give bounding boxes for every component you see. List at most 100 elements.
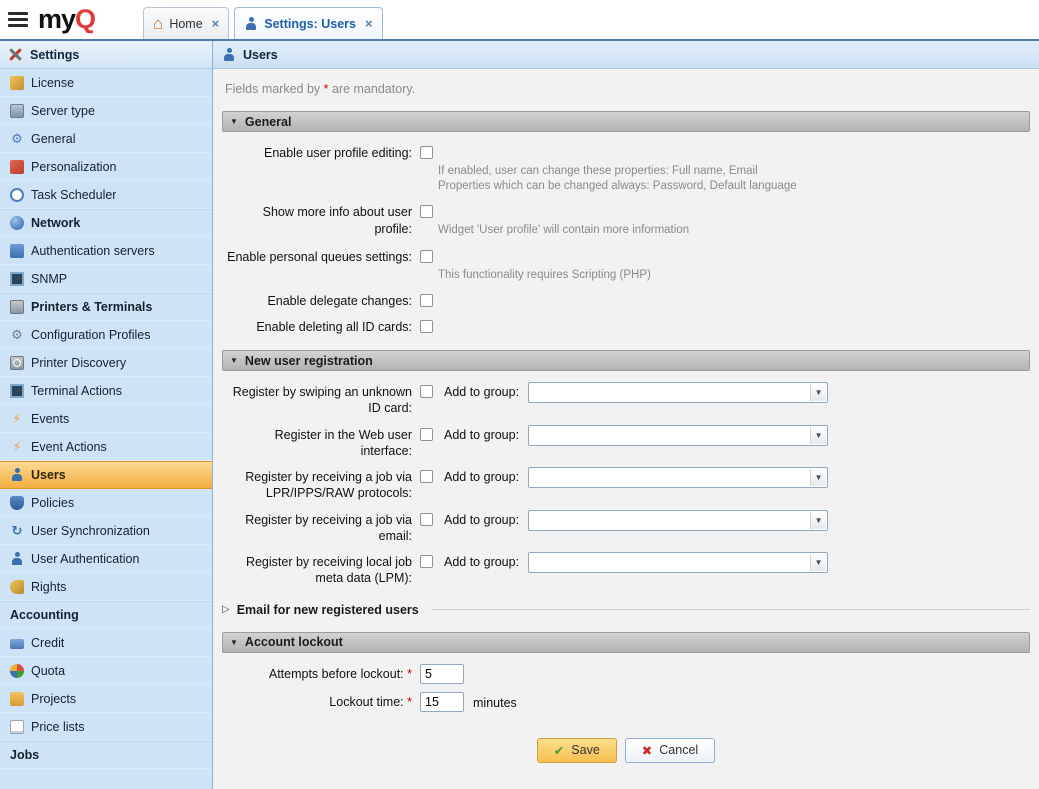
sync-icon [10, 524, 24, 538]
checkbox-enable-user-profile-editing[interactable] [420, 146, 433, 159]
help-text: Widget 'User profile' will contain more … [438, 223, 689, 238]
sidebar-item-projects[interactable]: Projects [0, 685, 212, 713]
section-title-registration: New user registration [245, 354, 373, 368]
tab-label: Settings: Users [264, 17, 356, 31]
sidebar-item-price-lists[interactable]: Price lists [0, 713, 212, 741]
tab-close-icon[interactable]: × [365, 16, 373, 31]
sidebar-item-server-type[interactable]: Server type [0, 97, 212, 125]
top-bar: myQ Home × Settings: Users × [0, 0, 1039, 41]
sidebar-item-users[interactable]: Users [0, 461, 212, 489]
add-to-group-select-3[interactable]: ▼ [528, 467, 828, 488]
page-title: Users [243, 48, 278, 62]
note-prefix: Fields marked by [225, 82, 324, 96]
sidebar-item-jobs[interactable]: Jobs [0, 741, 212, 769]
add-to-group-select-2[interactable]: ▼ [528, 425, 828, 446]
auth-server-icon [10, 244, 24, 258]
attempts-before-lockout-input[interactable] [420, 664, 464, 684]
save-button[interactable]: ✔ Save [537, 738, 617, 763]
sidebar-item-configuration-profiles[interactable]: Configuration Profiles [0, 321, 212, 349]
section-general[interactable]: ▼ General [222, 111, 1030, 132]
settings-form: Fields marked by * are mandatory. ▼ Gene… [213, 69, 1039, 789]
tab-close-icon[interactable]: × [212, 16, 220, 31]
tab-settings-users[interactable]: Settings: Users × [234, 7, 382, 39]
cancel-button-label: Cancel [659, 743, 698, 757]
lightning-gear-icon [10, 440, 24, 454]
add-to-group-select-1[interactable]: ▼ [528, 382, 828, 403]
form-row: Attempts before lockout: * [222, 664, 1030, 684]
section-account-lockout[interactable]: ▼ Account lockout [222, 632, 1030, 653]
sidebar-item-label: Projects [31, 692, 76, 706]
checkbox-register-by-receiving-a-job-via-email[interactable] [420, 513, 433, 526]
mandatory-star: * [407, 667, 412, 681]
collapse-arrow-icon: ▼ [230, 117, 238, 126]
checkbox-register-in-the-web-user-interface[interactable] [420, 428, 433, 441]
checkbox-enable-delegate-changes[interactable] [420, 294, 433, 307]
divider [432, 609, 1030, 610]
sidebar-item-general[interactable]: General [0, 125, 212, 153]
sidebar-item-network[interactable]: Network [0, 209, 212, 237]
sidebar-item-quota[interactable]: Quota [0, 657, 212, 685]
add-to-group-label: Add to group: [444, 385, 519, 399]
tab-home[interactable]: Home × [143, 7, 229, 39]
main-split: Settings License Server type General Per… [0, 41, 1039, 789]
card-icon [10, 639, 24, 649]
sidebar-item-credit[interactable]: Credit [0, 629, 212, 657]
globe-icon [10, 216, 24, 230]
myq-logo: myQ [38, 6, 95, 33]
app-window: myQ Home × Settings: Users × Settings Li… [0, 0, 1039, 789]
sidebar-item-terminal-actions[interactable]: Terminal Actions [0, 377, 212, 405]
add-to-group-select-5[interactable]: ▼ [528, 552, 828, 573]
sidebar-item-authentication-servers[interactable]: Authentication servers [0, 237, 212, 265]
add-to-group-label: Add to group: [444, 513, 519, 527]
section-new-user-registration[interactable]: ▼ New user registration [222, 350, 1030, 371]
dropdown-arrow-icon[interactable]: ▼ [810, 384, 826, 401]
lockout-time-input[interactable] [420, 692, 464, 712]
sidebar-item-label: Events [31, 412, 69, 426]
form-row: Register by receiving a job via email: A… [222, 510, 1030, 545]
checkbox-show-more-info-about-user-profile[interactable] [420, 205, 433, 218]
shield-icon [10, 496, 24, 510]
sidebar-item-snmp[interactable]: SNMP [0, 265, 212, 293]
sidebar-item-events[interactable]: Events [0, 405, 212, 433]
menu-icon[interactable] [8, 12, 28, 27]
checkbox-enable-personal-queues-settings[interactable] [420, 250, 433, 263]
page-title-bar: Users [213, 41, 1039, 69]
help-text: This functionality requires Scripting (P… [438, 268, 651, 283]
sidebar-item-label: Printers & Terminals [31, 300, 152, 314]
checkbox-register-by-swiping-an-unknown-id-card[interactable] [420, 385, 433, 398]
form-row: Enable delegate changes: [222, 291, 1030, 309]
sidebar-item-label: Task Scheduler [31, 188, 116, 202]
sidebar-item-event-actions[interactable]: Event Actions [0, 433, 212, 461]
sidebar-item-license[interactable]: License [0, 69, 212, 97]
form-row: Register by receiving a job via LPR/IPPS… [222, 467, 1030, 502]
add-to-group-select-4[interactable]: ▼ [528, 510, 828, 531]
sidebar-item-user-authentication[interactable]: User Authentication [0, 545, 212, 573]
dropdown-arrow-icon[interactable]: ▼ [810, 512, 826, 529]
cancel-button[interactable]: ✖ Cancel [625, 738, 715, 763]
field-label: Register by receiving local job meta dat… [222, 552, 420, 587]
sidebar-item-printer-discovery[interactable]: Printer Discovery [0, 349, 212, 377]
section-email-for-new-registered-users[interactable]: ▷ Email for new registered users [222, 603, 1030, 617]
sidebar-item-printers-terminals[interactable]: Printers & Terminals [0, 293, 212, 321]
user-icon [244, 17, 258, 31]
checkbox-register-by-receiving-a-job-via-lpr-ipps-raw-protocols[interactable] [420, 470, 433, 483]
checkbox-register-by-receiving-local-job-meta-data-lpm[interactable] [420, 555, 433, 568]
monitor-icon [10, 272, 24, 286]
dropdown-arrow-icon[interactable]: ▼ [810, 554, 826, 571]
checkbox-enable-deleting-all-id-cards[interactable] [420, 320, 433, 333]
form-row: Enable deleting all ID cards: [222, 317, 1030, 335]
gears-icon [10, 328, 24, 342]
check-icon: ✔ [554, 743, 564, 758]
sidebar-item-personalization[interactable]: Personalization [0, 153, 212, 181]
sidebar-item-policies[interactable]: Policies [0, 489, 212, 517]
sidebar-item-user-synchronization[interactable]: User Synchronization [0, 517, 212, 545]
sidebar-item-label: Policies [31, 496, 74, 510]
sidebar-title-bar: Settings [0, 41, 212, 69]
sidebar-item-label: Terminal Actions [31, 384, 122, 398]
sidebar-item-task-scheduler[interactable]: Task Scheduler [0, 181, 212, 209]
logo-text-q: Q [75, 4, 95, 34]
sidebar-item-rights[interactable]: Rights [0, 573, 212, 601]
dropdown-arrow-icon[interactable]: ▼ [810, 469, 826, 486]
dropdown-arrow-icon[interactable]: ▼ [810, 427, 826, 444]
sidebar-item-accounting[interactable]: Accounting [0, 601, 212, 629]
